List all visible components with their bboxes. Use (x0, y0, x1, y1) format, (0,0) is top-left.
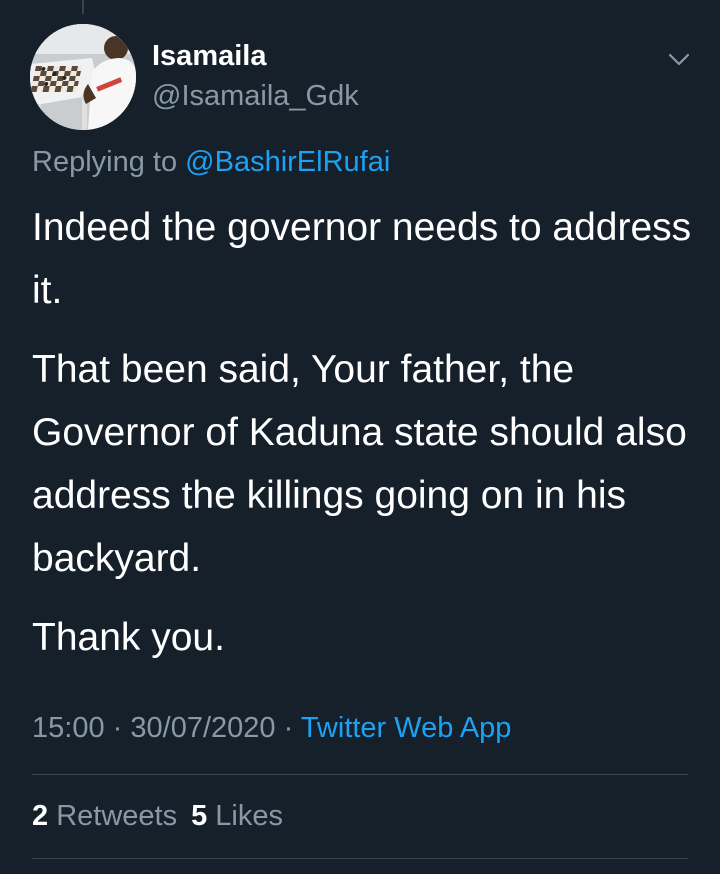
meta-separator: · (112, 712, 123, 744)
avatar-image (30, 24, 136, 130)
likes-label: Likes (215, 800, 283, 832)
replying-to-prefix: Replying to (32, 146, 178, 178)
chevron-down-icon[interactable] (664, 46, 694, 72)
tweet-source-link[interactable]: Twitter Web App (301, 712, 512, 744)
tweet-paragraph: That been said, Your father, the Governo… (32, 348, 687, 580)
retweets-stat[interactable]: 2 Retweets (32, 800, 177, 832)
retweets-count: 2 (32, 800, 49, 832)
user-handle[interactable]: @Isamaila_Gdk (152, 80, 359, 113)
tweet-paragraph: Thank you. (32, 616, 225, 659)
likes-stat[interactable]: 5 Likes (191, 800, 283, 832)
engagement-stats: 2 Retweets 5 Likes (32, 800, 283, 833)
tweet-text: Indeed the governor needs to address it.… (32, 196, 702, 685)
meta-separator: · (283, 712, 294, 744)
retweets-label: Retweets (56, 800, 178, 832)
likes-count: 5 (191, 800, 208, 832)
divider (32, 774, 688, 775)
tweet-metadata: 15:00 · 30/07/2020 · Twitter Web App (32, 712, 511, 745)
tweet-paragraph: Indeed the governor needs to address it. (32, 206, 692, 312)
replying-to-mention-link[interactable]: @BashirElRufai (185, 146, 390, 178)
replying-to-line: Replying to @BashirElRufai (32, 146, 390, 179)
avatar[interactable] (30, 24, 136, 130)
tweet-time[interactable]: 15:00 (32, 712, 105, 744)
display-name[interactable]: Isamaila (152, 40, 266, 73)
divider (32, 858, 688, 859)
thread-connector-line (82, 0, 84, 14)
tweet-date[interactable]: 30/07/2020 (130, 712, 275, 744)
